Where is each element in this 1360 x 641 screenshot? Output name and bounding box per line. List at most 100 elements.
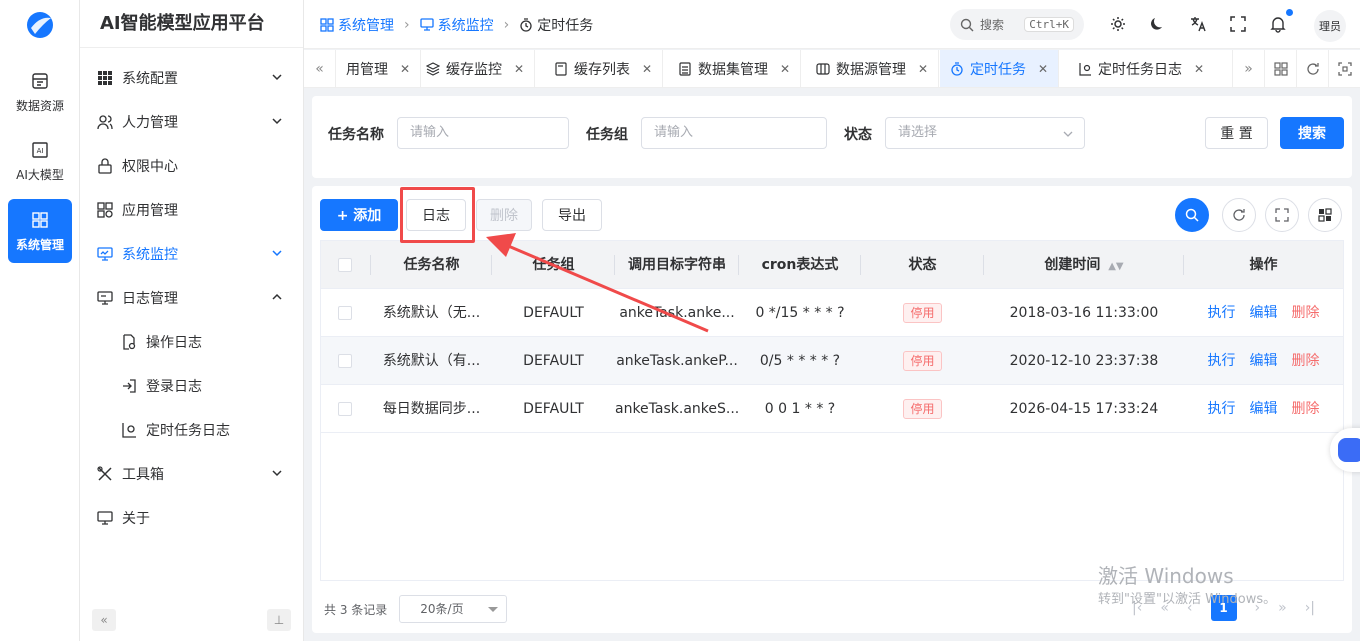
tab-cache-monitor[interactable]: 缓存监控 ✕ [416, 50, 536, 87]
datasource-icon [816, 63, 830, 75]
rail-label: AI大模型 [16, 167, 64, 182]
status-select[interactable]: 请选择 [885, 117, 1085, 149]
tab-app-management[interactable]: 用管理 ✕ [336, 50, 422, 87]
search-shortcut: Ctrl+K [1024, 17, 1074, 32]
tab-grid-button[interactable] [1264, 50, 1296, 87]
column-header-sortable[interactable]: 创建时间 ▲▼ [984, 241, 1184, 289]
columns-icon [1318, 208, 1332, 222]
translate-icon [1191, 17, 1206, 32]
breadcrumb-item[interactable]: 系统管理 [320, 15, 394, 35]
refresh-button[interactable] [1222, 198, 1256, 232]
delete-link[interactable]: 删除 [1292, 353, 1320, 369]
next-group-button[interactable]: » [1278, 600, 1287, 616]
fullscreen-table-button[interactable] [1265, 198, 1299, 232]
settings-button[interactable] [1108, 14, 1128, 34]
menu-item-hr[interactable]: 人力管理 [80, 100, 304, 144]
close-icon[interactable]: ✕ [1038, 62, 1048, 76]
task-name-cell: 每日数据同步... [382, 401, 481, 417]
close-icon[interactable]: ✕ [780, 62, 790, 76]
rail-item-system[interactable]: 系统管理 [8, 199, 72, 263]
tab-refresh-button[interactable] [1296, 50, 1328, 87]
run-link[interactable]: 执行 [1208, 401, 1236, 417]
global-search[interactable]: 搜索 Ctrl+K [950, 9, 1084, 40]
fullscreen-icon [1230, 16, 1246, 32]
pin-button[interactable]: ⊥ [267, 609, 291, 631]
avatar[interactable]: 理员 [1314, 10, 1346, 42]
tab-scroll-left-button[interactable]: « [304, 50, 336, 87]
chevron-down-icon [272, 118, 282, 125]
delete-link[interactable]: 删除 [1292, 401, 1320, 417]
log-icon [96, 289, 114, 307]
sort-icon[interactable]: ▲▼ [1108, 261, 1123, 272]
menu-item-operation-log[interactable]: 操作日志 [80, 320, 304, 364]
tab-maximize-button[interactable] [1328, 50, 1360, 87]
created-time-cell: 2020-12-10 23:37:38 [1009, 353, 1159, 369]
breadcrumb-item[interactable]: 系统监控 [419, 15, 494, 35]
row-checkbox[interactable] [338, 402, 352, 416]
page-size-select[interactable]: 20条/页 [399, 595, 508, 623]
search-form: 任务名称 请输入 任务组 请输入 状态 请选择 重 置 搜索 [312, 96, 1352, 178]
table-row[interactable]: 每日数据同步... DEFAULT ankeTask.ankeS... 0 0 … [321, 385, 1343, 433]
close-icon[interactable]: ✕ [514, 62, 524, 76]
rail-item-data[interactable]: 数据资源 [8, 60, 72, 124]
collapse-sidebar-button[interactable]: « [92, 609, 116, 631]
reset-button[interactable]: 重 置 [1205, 117, 1268, 149]
table-row[interactable]: 系统默认（有... DEFAULT ankeTask.ankeP... 0/5 … [321, 337, 1343, 385]
column-settings-button[interactable] [1308, 198, 1342, 232]
tab-scheduled-tasks[interactable]: 定时任务 ✕ [940, 50, 1060, 87]
tab-scheduled-task-log[interactable]: 定时任务日志 ✕ [1068, 50, 1214, 87]
close-icon[interactable]: ✕ [400, 62, 410, 76]
task-name-input[interactable]: 请输入 [397, 117, 569, 149]
edit-link[interactable]: 编辑 [1250, 305, 1278, 321]
close-icon[interactable]: ✕ [918, 62, 928, 76]
search-icon [960, 18, 974, 31]
tab-datasource-management[interactable]: 数据源管理 ✕ [806, 50, 940, 87]
fullscreen-button[interactable] [1228, 14, 1248, 34]
task-group-input[interactable]: 请输入 [641, 117, 827, 149]
edit-link[interactable]: 编辑 [1250, 353, 1278, 369]
menu-item-monitor[interactable]: 系统监控 [80, 232, 304, 276]
ai-icon: AI [32, 141, 48, 158]
toggle-search-button[interactable] [1175, 198, 1209, 232]
search-button[interactable]: 搜索 [1280, 117, 1344, 149]
theme-toggle-button[interactable] [1148, 14, 1168, 34]
close-icon[interactable]: ✕ [642, 62, 652, 76]
menu-label: 系统监控 [122, 247, 178, 263]
select-all-checkbox[interactable] [338, 258, 352, 272]
status-badge: 停用 [903, 399, 942, 419]
run-link[interactable]: 执行 [1208, 305, 1236, 321]
task-group-cell: DEFAULT [523, 353, 584, 369]
menu-item-permission[interactable]: 权限中心 [80, 144, 304, 188]
tab-cache-list[interactable]: 缓存列表 ✕ [544, 50, 664, 87]
notification-button[interactable] [1268, 14, 1288, 34]
close-icon[interactable]: ✕ [1194, 62, 1204, 76]
app-title: AI智能模型应用平台 [80, 0, 303, 48]
menu-item-toolbox[interactable]: 工具箱 [80, 452, 304, 496]
menu-item-about[interactable]: 关于 [80, 496, 304, 540]
top-bar: 系统管理 › 系统监控 › 定时任务 搜索 Ctrl+K 理员 [304, 0, 1360, 49]
run-link[interactable]: 执行 [1208, 353, 1236, 369]
table-row[interactable]: 系统默认（无... DEFAULT ankeTask.anke... 0 */1… [321, 289, 1343, 337]
delete-link[interactable]: 删除 [1292, 305, 1320, 321]
expand-icon [1337, 62, 1352, 76]
menu-item-login-log[interactable]: 登录日志 [80, 364, 304, 408]
menu-item-log[interactable]: 日志管理 [80, 276, 304, 320]
row-checkbox[interactable] [338, 306, 352, 320]
row-checkbox[interactable] [338, 354, 352, 368]
add-button[interactable]: + 添加 [320, 199, 398, 231]
language-button[interactable] [1188, 14, 1208, 34]
rail-item-ai[interactable]: AI AI大模型 [8, 129, 72, 193]
edit-link[interactable]: 编辑 [1250, 401, 1278, 417]
chevron-down-icon [272, 470, 282, 477]
menu-item-task-log[interactable]: 定时任务日志 [80, 408, 304, 452]
tab-dataset-management[interactable]: 数据集管理 ✕ [668, 50, 802, 87]
last-page-button[interactable]: ›| [1305, 600, 1315, 616]
activation-watermark-hint: 转到"设置"以激活 Windows。 [1098, 592, 1277, 607]
menu-label: 日志管理 [122, 291, 178, 307]
bell-icon [1270, 17, 1286, 33]
menu-item-apps[interactable]: 应用管理 [80, 188, 304, 232]
chart-icon [120, 421, 138, 439]
tab-scroll-right-button[interactable]: » [1232, 50, 1264, 87]
menu-item-system-config[interactable]: 系统配置 [80, 56, 304, 100]
pagination-info: 共 3 条记录 20条/页 [324, 595, 508, 623]
